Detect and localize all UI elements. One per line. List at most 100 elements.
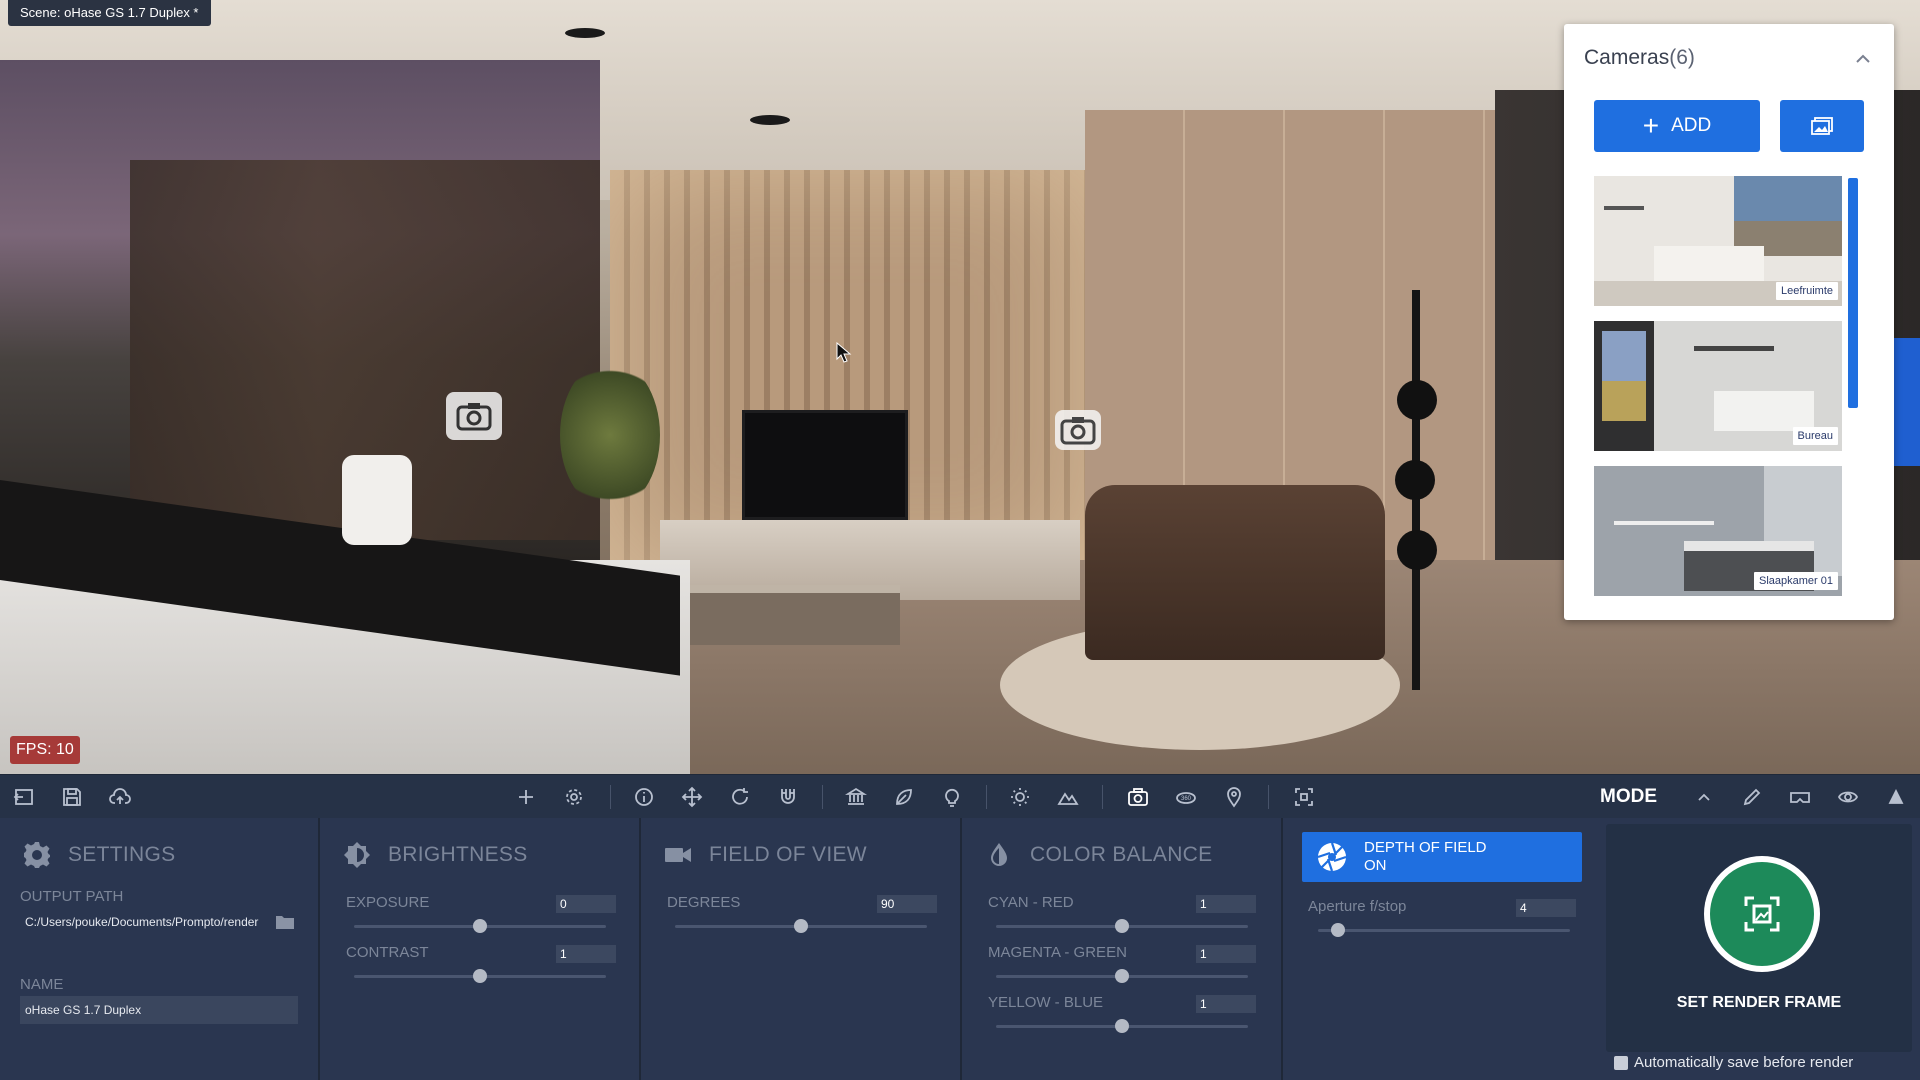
camera-marker-icon[interactable]	[1055, 410, 1101, 450]
dof-title: DEPTH OF FIELD	[1364, 839, 1487, 856]
yellow-blue-slider-handle[interactable]	[1115, 1019, 1129, 1033]
autosave-checkbox[interactable]	[1614, 1055, 1628, 1070]
plus-icon[interactable]	[506, 775, 546, 819]
svg-text:360: 360	[1181, 796, 1192, 802]
magenta-green-slider-handle[interactable]	[1115, 969, 1129, 983]
ceiling-light	[565, 28, 605, 38]
lamp-spot	[1397, 530, 1437, 570]
360-icon[interactable]: 360	[1166, 775, 1206, 819]
output-path-label: OUTPUT PATH	[20, 888, 124, 905]
mountain-icon[interactable]	[1048, 775, 1088, 819]
settings-header: SETTINGS	[22, 840, 175, 870]
add-camera-button[interactable]: + ADD	[1594, 100, 1760, 152]
contrast-slider[interactable]	[354, 969, 606, 983]
mouse-cursor-icon	[836, 342, 852, 363]
move-icon[interactable]	[672, 775, 712, 819]
gear-icon[interactable]	[554, 775, 594, 819]
ceiling-light	[750, 115, 790, 125]
degrees-input[interactable]: 90	[877, 895, 937, 913]
set-render-frame-button[interactable]	[1704, 856, 1820, 972]
save-icon[interactable]	[52, 775, 92, 819]
lamp-spot	[1395, 460, 1435, 500]
vr-headset-icon[interactable]	[1780, 775, 1820, 819]
edge-panel-tab[interactable]	[1894, 338, 1920, 466]
camera-name: Slaapkamer 01	[1754, 572, 1838, 590]
brightness-section: BRIGHTNESS EXPOSURE 0 CONTRAST 1	[320, 818, 641, 1080]
exposure-slider-handle[interactable]	[473, 919, 487, 933]
magenta-green-slider[interactable]	[996, 969, 1248, 983]
sun-icon[interactable]	[1000, 775, 1040, 819]
magenta-green-input[interactable]: 1	[1196, 945, 1256, 963]
lightbulb-icon[interactable]	[932, 775, 972, 819]
chevron-up-icon[interactable]	[1684, 775, 1724, 819]
aperture-slider[interactable]	[1318, 923, 1570, 937]
focus-frame-icon[interactable]	[1284, 775, 1324, 819]
aperture-input[interactable]: 4	[1516, 899, 1576, 917]
museum-icon[interactable]	[836, 775, 876, 819]
fov-title: FIELD OF VIEW	[709, 843, 867, 866]
fov-section: FIELD OF VIEW DEGREES 90	[641, 818, 962, 1080]
dof-state: ON	[1364, 857, 1387, 874]
cloud-upload-icon[interactable]	[100, 775, 140, 819]
contrast-label: CONTRAST	[346, 944, 429, 961]
chevron-up-icon[interactable]	[1854, 50, 1872, 68]
contrast-input[interactable]: 1	[556, 945, 616, 963]
camera-thumbnail[interactable]: Leefruimte	[1594, 176, 1842, 306]
brightness-header: BRIGHTNESS	[342, 840, 528, 870]
eye-icon[interactable]	[1828, 775, 1868, 819]
camera-list[interactable]: Leefruimte Bureau Slaapkamer 01	[1594, 176, 1844, 616]
camera-thumbnail[interactable]: Bureau	[1594, 321, 1842, 451]
water-drop-icon	[991, 843, 1007, 866]
degrees-slider-handle[interactable]	[794, 919, 808, 933]
info-icon[interactable]	[624, 775, 664, 819]
triangle-icon[interactable]	[1876, 775, 1916, 819]
fps-counter: FPS: 10	[10, 736, 80, 764]
exit-icon[interactable]	[4, 775, 44, 819]
cameras-count: (6)	[1669, 46, 1695, 69]
aperture-slider-handle[interactable]	[1331, 923, 1346, 937]
rotate-icon[interactable]	[720, 775, 760, 819]
camera-marker-icon[interactable]	[446, 392, 502, 440]
add-camera-label: ADD	[1671, 115, 1712, 136]
gallery-icon	[1811, 117, 1833, 135]
brightness-title: BRIGHTNESS	[388, 843, 528, 866]
cyan-red-slider-handle[interactable]	[1115, 919, 1129, 933]
magnet-icon[interactable]	[768, 775, 808, 819]
yellow-blue-input[interactable]: 1	[1196, 995, 1256, 1013]
autosave-option[interactable]: Automatically save before render	[1614, 1054, 1853, 1071]
camera-icon[interactable]	[1118, 775, 1158, 819]
video-camera-icon	[665, 848, 691, 862]
cyan-red-input[interactable]: 1	[1196, 895, 1256, 913]
aperture-icon	[1317, 842, 1347, 872]
map-pin-icon[interactable]	[1214, 775, 1254, 819]
camera-list-scrollbar[interactable]	[1848, 178, 1858, 408]
gallery-button[interactable]	[1780, 100, 1864, 152]
pencil-icon[interactable]	[1732, 775, 1772, 819]
fov-header: FIELD OF VIEW	[663, 840, 867, 870]
camera-thumbnail[interactable]: Slaapkamer 01	[1594, 466, 1842, 596]
exposure-slider[interactable]	[354, 919, 606, 933]
render-frame-icon-wrap	[1710, 862, 1814, 966]
cyan-red-slider[interactable]	[996, 919, 1248, 933]
contrast-slider-handle[interactable]	[473, 969, 487, 983]
exposure-input[interactable]: 0	[556, 895, 616, 913]
folder-icon[interactable]	[275, 914, 295, 930]
settings-section: SETTINGS OUTPUT PATH C:/Users/pouke/Docu…	[0, 818, 320, 1080]
output-path-field[interactable]: C:/Users/pouke/Documents/Prompto/render	[20, 908, 270, 936]
depth-of-field-toggle[interactable]: DEPTH OF FIELD ON	[1302, 832, 1582, 882]
leaf-icon[interactable]	[884, 775, 924, 819]
set-render-frame-label: SET RENDER FRAME	[1676, 994, 1842, 1011]
settings-title: SETTINGS	[68, 843, 176, 866]
scene-title: Scene: oHase GS 1.7 Duplex *	[8, 0, 211, 26]
color-balance-title: COLOR BALANCE	[1030, 843, 1213, 866]
camera-name: Leefruimte	[1776, 282, 1838, 300]
exposure-label: EXPOSURE	[346, 894, 430, 911]
name-field[interactable]: oHase GS 1.7 Duplex	[20, 996, 298, 1024]
yellow-blue-slider[interactable]	[996, 1019, 1248, 1033]
cameras-panel: Cameras(6) + ADD Leefruimte Bureau Slaap…	[1564, 24, 1894, 620]
lamp-spot	[1397, 380, 1437, 420]
camera-name: Bureau	[1792, 427, 1838, 445]
dof-label: DEPTH OF FIELD ON	[1364, 839, 1487, 875]
degrees-slider[interactable]	[675, 919, 927, 933]
magenta-green-label: MAGENTA - GREEN	[988, 944, 1127, 961]
